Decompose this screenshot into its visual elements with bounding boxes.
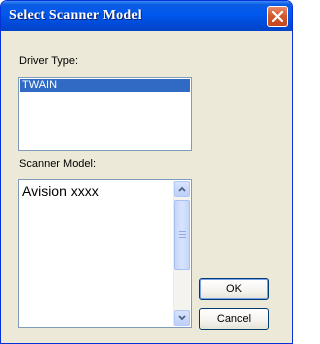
driver-type-item-selected[interactable]: TWAIN xyxy=(20,79,190,92)
scroll-up-button[interactable] xyxy=(174,181,190,197)
scroll-thumb[interactable] xyxy=(174,200,190,270)
window-title: Select Scanner Model xyxy=(9,8,142,23)
vertical-scrollbar[interactable] xyxy=(173,181,190,326)
thumb-grip xyxy=(179,234,186,235)
scanner-model-list[interactable]: Avision xxxx xyxy=(18,179,192,328)
title-bar[interactable]: Select Scanner Model xyxy=(1,1,292,31)
driver-type-label: Driver Type: xyxy=(19,55,79,67)
chevron-up-icon xyxy=(178,186,186,192)
cancel-button[interactable]: Cancel xyxy=(199,308,269,330)
scanner-model-label: Scanner Model: xyxy=(19,158,97,170)
select-scanner-dialog: Select Scanner Model Driver Type: TWAIN … xyxy=(0,0,293,344)
close-button[interactable] xyxy=(267,6,288,27)
list-item[interactable]: Avision xxxx xyxy=(22,183,99,199)
scroll-down-button[interactable] xyxy=(174,310,190,326)
thumb-grip xyxy=(179,231,186,232)
close-icon xyxy=(272,11,283,22)
thumb-grip xyxy=(179,237,186,238)
driver-type-list[interactable]: TWAIN xyxy=(18,77,192,151)
dialog-body: Driver Type: TWAIN Scanner Model: Avisio… xyxy=(4,31,289,341)
ok-button[interactable]: OK xyxy=(199,278,269,300)
chevron-down-icon xyxy=(178,315,186,321)
